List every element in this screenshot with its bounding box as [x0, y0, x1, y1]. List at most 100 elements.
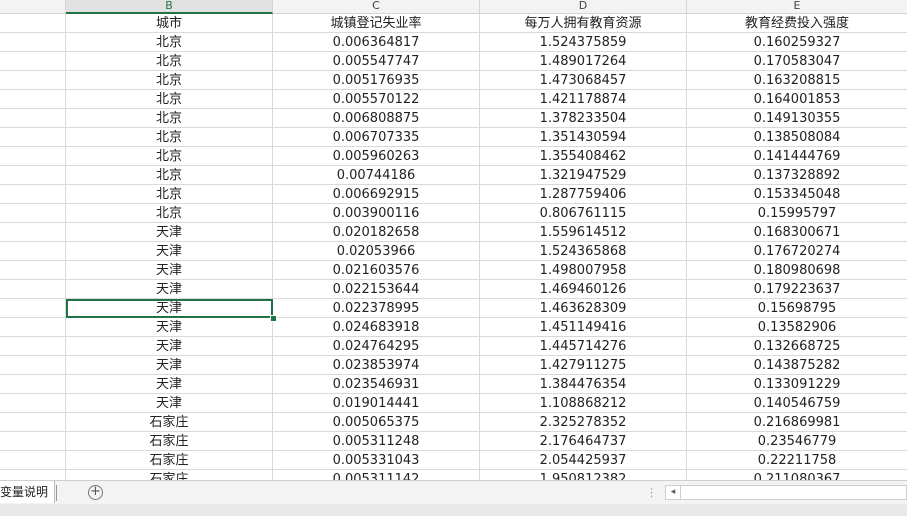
cell-education-funding[interactable]: 0.143875282 — [687, 356, 907, 375]
cell-a[interactable] — [0, 33, 66, 52]
cell-a[interactable] — [0, 261, 66, 280]
cell-education-resources[interactable]: 1.559614512 — [480, 223, 687, 242]
cell-education-resources[interactable]: 1.498007958 — [480, 261, 687, 280]
cell-education-resources[interactable]: 1.351430594 — [480, 128, 687, 147]
cell-city[interactable]: 北京 — [66, 52, 273, 71]
splitter-handle-icon[interactable]: ⋮ — [646, 486, 657, 500]
cell-city[interactable]: 北京 — [66, 33, 273, 52]
cell-city[interactable]: 天津 — [66, 394, 273, 413]
cell-a[interactable] — [0, 147, 66, 166]
cell-unemployment-rate[interactable]: 0.020182658 — [273, 223, 480, 242]
cell-city[interactable]: 天津 — [66, 299, 273, 318]
cell-education-resources[interactable]: 1.355408462 — [480, 147, 687, 166]
column-header-b[interactable]: B — [66, 0, 273, 14]
cell-education-resources[interactable]: 1.321947529 — [480, 166, 687, 185]
cell-education-resources[interactable]: 1.384476354 — [480, 375, 687, 394]
cell-unemployment-rate[interactable]: 0.006707335 — [273, 128, 480, 147]
column-header-c[interactable]: C — [273, 0, 480, 13]
column-header-a[interactable] — [0, 0, 66, 13]
cell-unemployment-rate[interactable]: 0.005311142 — [273, 470, 480, 480]
cell-education-resources[interactable]: 1.524375859 — [480, 33, 687, 52]
cell-education-funding[interactable]: 0.23546779 — [687, 432, 907, 451]
cell-education-funding[interactable]: 0.179223637 — [687, 280, 907, 299]
cell-city[interactable]: 北京 — [66, 185, 273, 204]
cell-a[interactable] — [0, 432, 66, 451]
cell-city[interactable]: 石家庄 — [66, 470, 273, 480]
cell-education-resources[interactable]: 1.469460126 — [480, 280, 687, 299]
cell-education-funding[interactable]: 0.13582906 — [687, 318, 907, 337]
cell-education-resources[interactable]: 1.287759406 — [480, 185, 687, 204]
cell-education-resources[interactable]: 1.108868212 — [480, 394, 687, 413]
cell-unemployment-rate[interactable]: 0.022153644 — [273, 280, 480, 299]
cell-a[interactable] — [0, 299, 66, 318]
cell-unemployment-rate[interactable]: 0.005547747 — [273, 52, 480, 71]
cell-education-funding[interactable]: 0.22211758 — [687, 451, 907, 470]
cell-a[interactable] — [0, 52, 66, 71]
cell-unemployment-rate[interactable]: 0.005331043 — [273, 451, 480, 470]
cell-unemployment-rate[interactable]: 0.021603576 — [273, 261, 480, 280]
cell-education-funding[interactable]: 0.149130355 — [687, 109, 907, 128]
cell-unemployment-rate[interactable]: 0.005570122 — [273, 90, 480, 109]
cell-education-resources[interactable]: 1.524365868 — [480, 242, 687, 261]
cell-city[interactable]: 天津 — [66, 242, 273, 261]
add-sheet-icon[interactable]: + — [88, 485, 103, 500]
cell-education-resources[interactable]: 2.176464737 — [480, 432, 687, 451]
cell-a[interactable] — [0, 470, 66, 480]
cell-unemployment-rate[interactable]: 0.006364817 — [273, 33, 480, 52]
cell-city[interactable]: 北京 — [66, 90, 273, 109]
spreadsheet-grid[interactable]: B C D E 城市 城镇登记失业率 每万人拥有教育资源 教育经费投入强度 北京… — [0, 0, 907, 480]
cell-unemployment-rate[interactable]: 0.02053966 — [273, 242, 480, 261]
cell-city[interactable]: 天津 — [66, 356, 273, 375]
cell-education-resources[interactable]: 2.054425937 — [480, 451, 687, 470]
cell-a[interactable] — [0, 394, 66, 413]
cell-a[interactable] — [0, 128, 66, 147]
cell-a[interactable] — [0, 166, 66, 185]
cell-city[interactable]: 天津 — [66, 223, 273, 242]
cell-education-funding[interactable]: 0.141444769 — [687, 147, 907, 166]
cell-education-funding[interactable]: 0.170583047 — [687, 52, 907, 71]
cell-a[interactable] — [0, 375, 66, 394]
cell-unemployment-rate[interactable]: 0.003900116 — [273, 204, 480, 223]
fill-handle[interactable] — [270, 315, 277, 322]
cell-a[interactable] — [0, 223, 66, 242]
cell-a[interactable] — [0, 356, 66, 375]
scroll-left-icon[interactable]: ◂ — [666, 486, 681, 499]
cell-city[interactable]: 石家庄 — [66, 432, 273, 451]
cell-unemployment-rate[interactable]: 0.005065375 — [273, 413, 480, 432]
cell-education-resources[interactable]: 1.489017264 — [480, 52, 687, 71]
horizontal-scrollbar[interactable]: ◂ — [665, 485, 907, 500]
cell-unemployment-rate[interactable]: 0.005311248 — [273, 432, 480, 451]
header-cell-unemployment-rate[interactable]: 城镇登记失业率 — [273, 14, 480, 33]
column-header-d[interactable]: D — [480, 0, 687, 13]
cell-education-funding[interactable]: 0.216869981 — [687, 413, 907, 432]
cell-education-resources[interactable]: 2.325278352 — [480, 413, 687, 432]
cell-education-resources[interactable]: 1.473068457 — [480, 71, 687, 90]
cell-city[interactable]: 石家庄 — [66, 451, 273, 470]
cell-a[interactable] — [0, 413, 66, 432]
cell-education-funding[interactable]: 0.15698795 — [687, 299, 907, 318]
cell-city[interactable]: 天津 — [66, 261, 273, 280]
cell-education-resources[interactable]: 1.445714276 — [480, 337, 687, 356]
cell-unemployment-rate[interactable]: 0.006808875 — [273, 109, 480, 128]
cell-city[interactable]: 北京 — [66, 109, 273, 128]
cell-education-resources[interactable]: 0.806761115 — [480, 204, 687, 223]
cell-a[interactable] — [0, 14, 66, 33]
cell-education-resources[interactable]: 1.451149416 — [480, 318, 687, 337]
cell-a[interactable] — [0, 242, 66, 261]
column-header-e[interactable]: E — [687, 0, 907, 13]
cell-education-funding[interactable]: 0.176720274 — [687, 242, 907, 261]
cell-a[interactable] — [0, 71, 66, 90]
cell-city[interactable]: 天津 — [66, 280, 273, 299]
cell-city[interactable]: 北京 — [66, 71, 273, 90]
cell-unemployment-rate[interactable]: 0.00744186 — [273, 166, 480, 185]
cell-education-funding[interactable]: 0.160259327 — [687, 33, 907, 52]
cell-education-resources[interactable]: 1.378233504 — [480, 109, 687, 128]
cell-education-funding[interactable]: 0.15995797 — [687, 204, 907, 223]
cell-a[interactable] — [0, 280, 66, 299]
cell-education-resources[interactable]: 1.427911275 — [480, 356, 687, 375]
cell-city[interactable]: 北京 — [66, 128, 273, 147]
cell-education-funding[interactable]: 0.164001853 — [687, 90, 907, 109]
cell-unemployment-rate[interactable]: 0.019014441 — [273, 394, 480, 413]
cell-unemployment-rate[interactable]: 0.005960263 — [273, 147, 480, 166]
cell-education-funding[interactable]: 0.137328892 — [687, 166, 907, 185]
